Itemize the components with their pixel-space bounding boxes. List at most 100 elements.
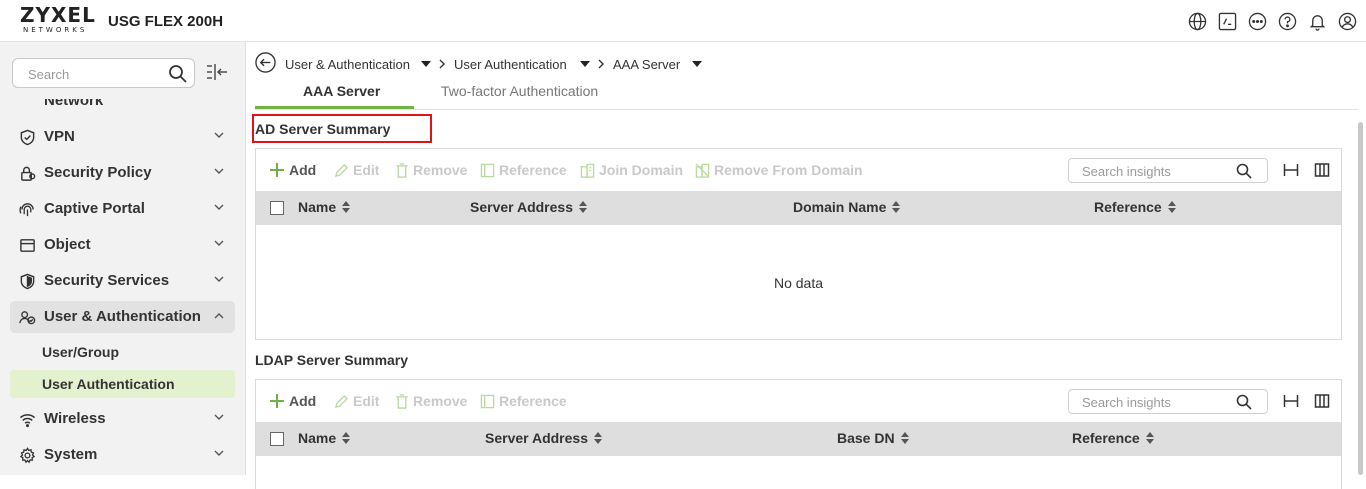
plus-icon [270,394,284,408]
search-placeholder: Search insights [1082,395,1171,410]
ad-search-insights-input[interactable]: Search insights [1068,158,1268,183]
shield-icon [20,273,35,290]
trash-icon [396,393,408,409]
caret-down-icon[interactable] [421,61,431,67]
tabs-divider [255,109,1358,110]
ldap-table-header: Name Server Address Base DN Reference [256,422,1341,456]
column-header-server-address[interactable]: Server Address [485,430,602,446]
ldap-edit-button[interactable]: Edit [334,393,379,409]
column-label: Name [298,430,337,446]
sidebar-subitem-user-group[interactable]: User/Group [10,338,235,366]
sort-icon [900,432,909,444]
sidebar-item-label: Security Policy [44,164,152,181]
user-icon[interactable] [1337,11,1358,32]
sidebar-item-label: VPN [44,128,75,145]
sidebar-item-system[interactable]: System [10,439,235,471]
sidebar-subitem-user-authentication[interactable]: User Authentication [10,370,235,398]
sidebar-item-vpn[interactable]: VPN [10,121,235,153]
edit-label: Edit [353,393,380,409]
select-all-checkbox[interactable] [270,432,284,446]
sidebar-subitem-label: User/Group [42,344,120,360]
search-icon[interactable] [1236,163,1252,179]
pencil-icon [334,163,349,177]
remove-label: Remove [413,393,468,409]
column-header-reference[interactable]: Reference [1072,430,1154,446]
sort-icon [578,201,587,213]
breadcrumb-aaa-server[interactable]: AAA Server [613,57,680,72]
column-label: Reference [1072,430,1140,446]
lock-icon [21,166,36,181]
sidebar-item-wireless[interactable]: Wireless [10,403,235,435]
column-header-name[interactable]: Name [298,430,351,446]
bell-icon[interactable] [1307,11,1328,32]
reference-label: Reference [499,393,567,409]
zyxel-logo[interactable]: ZYXEL NETWORKS [20,5,95,37]
fit-width-icon[interactable] [1283,393,1299,409]
caret-down-icon[interactable] [692,61,702,67]
ad-table-header: Name Server Address Domain Name Referenc… [256,191,1341,225]
column-header-base-dn[interactable]: Base DN [837,430,909,446]
ad-remove-from-domain-button[interactable]: Remove From Domain [695,162,863,178]
sidebar-item-security-services[interactable]: Security Services [10,265,235,297]
globe-icon[interactable] [1187,11,1208,32]
sidebar-item-object[interactable]: Object [10,229,235,261]
ad-remove-button[interactable]: Remove [395,162,467,178]
ad-join-domain-button[interactable]: Join Domain [580,162,683,178]
sidebar-item-user-authentication[interactable]: User & Authentication [10,301,235,333]
more-icon[interactable] [1247,11,1268,32]
column-header-name[interactable]: Name [298,199,351,215]
sidebar-item-network-partial[interactable]: Network [44,99,103,109]
ldap-reference-button[interactable]: Reference [480,393,567,409]
fit-width-icon[interactable] [1283,162,1299,178]
column-header-reference[interactable]: Reference [1094,199,1176,215]
ad-add-button[interactable]: Add [269,162,316,178]
logo-subtext: NETWORKS [23,26,88,34]
main-scrollbar[interactable] [1358,122,1363,475]
join-domain-label: Join Domain [599,162,684,178]
column-header-domain-name[interactable]: Domain Name [793,199,901,215]
ad-edit-button[interactable]: Edit [334,162,379,178]
search-placeholder: Search [28,67,70,82]
ad-server-panel: Add Edit Remove Reference Join Domain Re… [255,148,1342,340]
ad-server-summary-title: AD Server Summary [255,121,391,137]
column-header-server-address[interactable]: Server Address [470,199,587,215]
sidebar-item-captive-portal[interactable]: Captive Portal [10,193,235,225]
cli-icon[interactable] [1217,11,1238,32]
chevron-down-icon [214,276,224,282]
column-label: Base DN [837,430,895,446]
columns-icon[interactable] [1314,162,1330,178]
breadcrumb-user-authentication[interactable]: User Authentication [454,57,567,72]
search-icon[interactable] [168,64,188,84]
reference-icon [480,163,495,177]
chevron-down-icon [214,204,224,210]
sort-icon [593,432,602,444]
chevron-down-icon [214,414,224,420]
breadcrumb-user-authentication-group[interactable]: User & Authentication [285,57,410,72]
collapse-sidebar-icon[interactable] [206,64,228,80]
chevron-down-icon [214,240,224,246]
ldap-remove-button[interactable]: Remove [395,393,467,409]
sidebar-search-input[interactable]: Search [12,58,195,88]
building-icon [580,163,595,178]
sidebar-item-security-policy[interactable]: Security Policy [10,157,235,189]
chevron-right-icon [439,59,445,69]
caret-down-icon[interactable] [580,61,590,67]
users-icon [19,311,36,325]
trash-icon [396,162,408,178]
ad-reference-button[interactable]: Reference [480,162,567,178]
columns-icon[interactable] [1314,393,1330,409]
search-icon[interactable] [1236,394,1252,410]
tab-aaa-server[interactable]: AAA Server [303,83,380,99]
sidebar-subitem-label: User Authentication [42,376,175,392]
ldap-add-button[interactable]: Add [269,393,316,409]
edit-label: Edit [353,162,380,178]
help-icon[interactable] [1277,11,1298,32]
pencil-icon [334,394,349,408]
tab-two-factor-authentication[interactable]: Two-factor Authentication [441,83,598,99]
select-all-checkbox[interactable] [270,201,284,215]
top-header: ZYXEL NETWORKS USG FLEX 200H [0,0,1366,42]
back-arrow-icon[interactable] [255,52,276,73]
ldap-search-insights-input[interactable]: Search insights [1068,389,1268,414]
chevron-down-icon [214,450,224,456]
sidebar-item-label: Security Services [44,272,170,289]
